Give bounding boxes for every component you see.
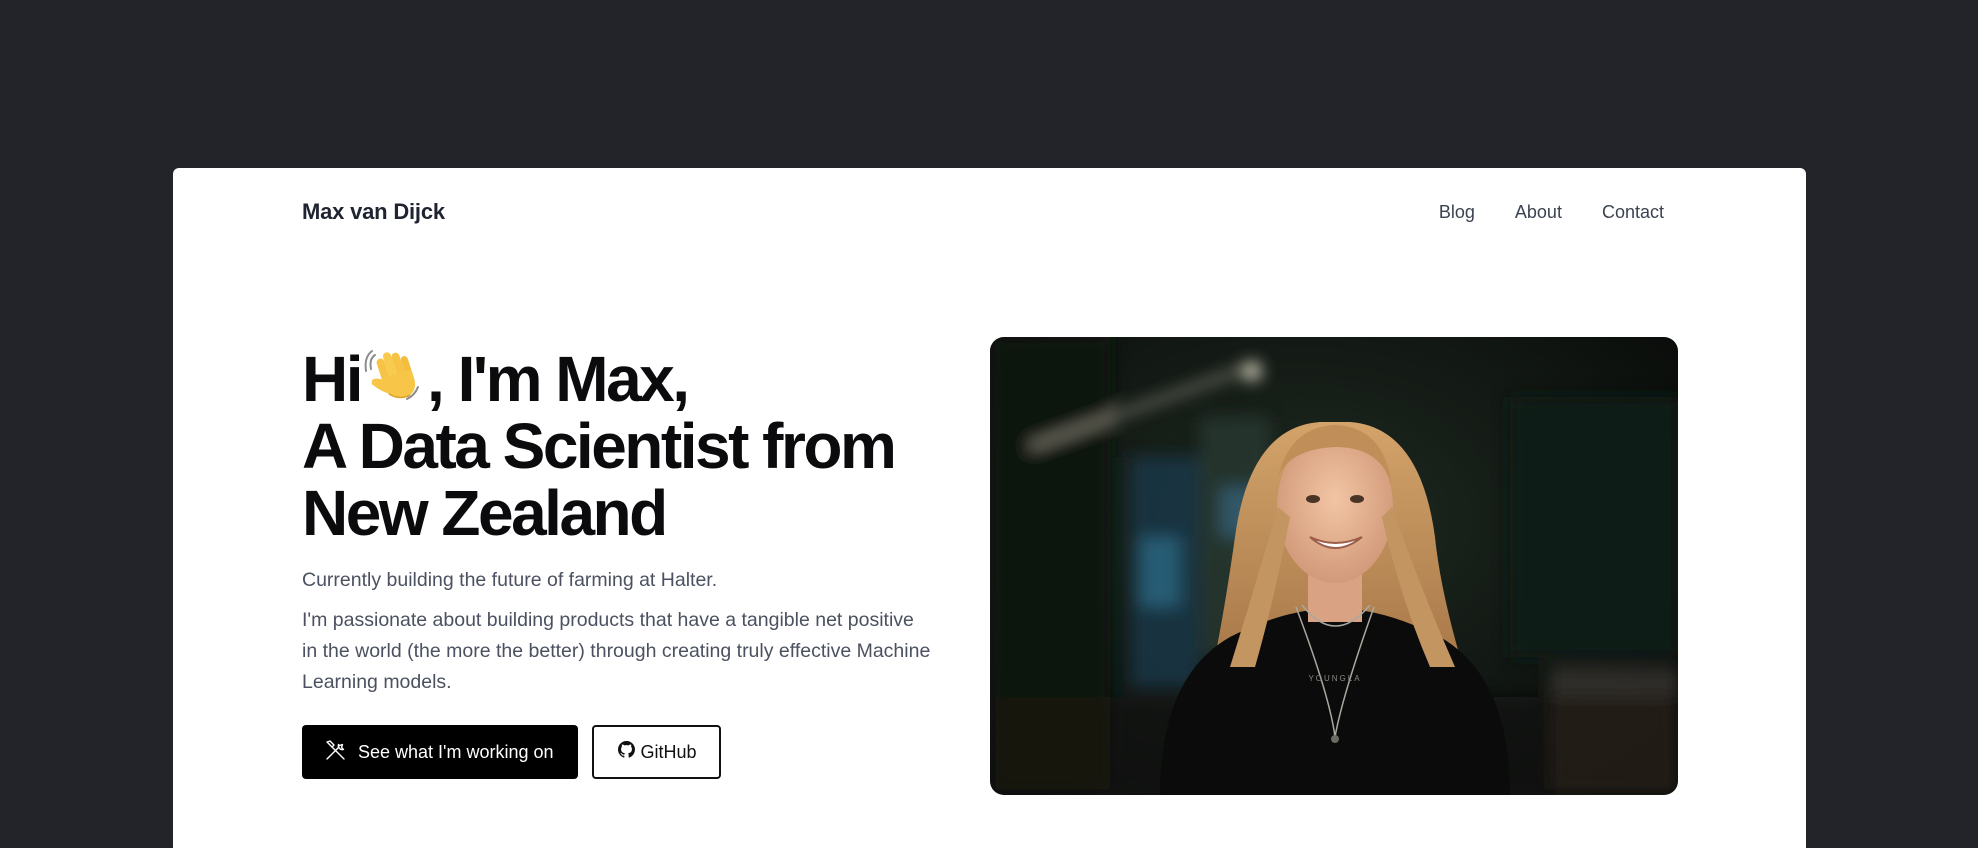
greeting-post: , I'm Max, xyxy=(427,343,690,415)
see-work-label: See what I'm working on xyxy=(358,741,554,762)
github-icon xyxy=(617,741,635,763)
headline-line-3: New Zealand xyxy=(302,477,668,549)
page-card: Max van Dijck Blog About Contact Hi , I'… xyxy=(173,168,1806,848)
see-work-button[interactable]: See what I'm working on xyxy=(302,725,578,779)
github-label: GitHub xyxy=(640,741,697,762)
nav-link-blog[interactable]: Blog xyxy=(1439,202,1475,223)
hero-paragraph: I'm passionate about building products t… xyxy=(302,609,931,693)
hero-headline: Hi , I'm Max, A Data Scientist from New … xyxy=(302,346,962,547)
hero-subline: Currently building the future of farming… xyxy=(302,569,718,591)
hero-intro: Hi , I'm Max, A Data Scientist from New … xyxy=(302,346,962,779)
nav-link-about[interactable]: About xyxy=(1515,202,1562,223)
hero-buttons: See what I'm working on GitHub xyxy=(302,725,962,779)
profile-photo: YOUNGLA xyxy=(990,337,1678,795)
waving-hand-icon xyxy=(363,347,423,407)
site-brand[interactable]: Max van Dijck xyxy=(302,199,445,225)
nav-link-contact[interactable]: Contact xyxy=(1602,202,1664,223)
tools-icon xyxy=(324,738,348,767)
headline-line-2: A Data Scientist from xyxy=(302,410,897,482)
top-nav: Max van Dijck Blog About Contact xyxy=(302,196,1664,228)
shirt-text: YOUNGLA xyxy=(1308,674,1361,683)
headline-line-1: Hi , I'm Max, xyxy=(302,346,962,413)
github-button[interactable]: GitHub xyxy=(591,725,721,779)
greeting-pre: Hi xyxy=(302,343,364,415)
nav-links: Blog About Contact xyxy=(1439,202,1664,223)
